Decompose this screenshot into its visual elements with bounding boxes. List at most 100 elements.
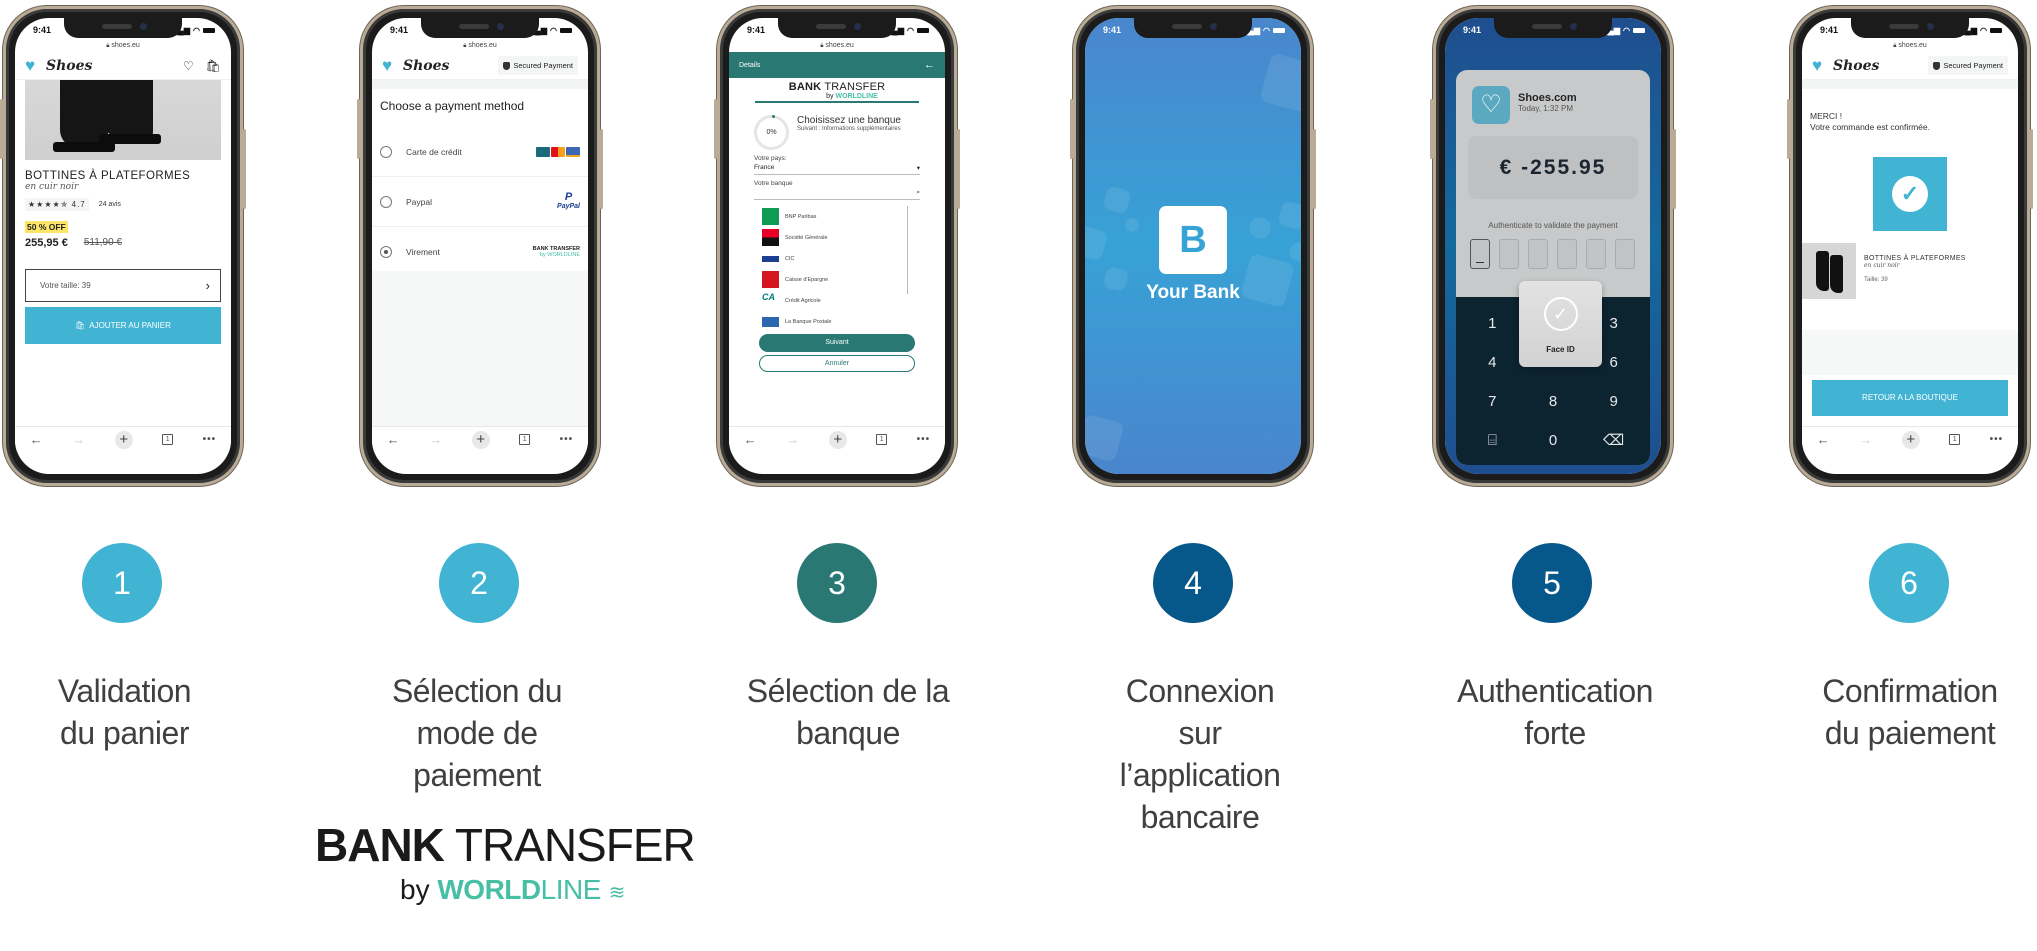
payment-option-card[interactable]: Carte de crédit [372, 127, 588, 177]
back-to-shop-button[interactable]: RETOUR A LA BOUTIQUE [1812, 380, 2008, 416]
forward-arrow-icon[interactable]: → [429, 432, 442, 447]
bank-item[interactable]: BNP Paribas [754, 206, 920, 227]
url-bar[interactable]: 🔒︎ shoes.eu [1802, 40, 2018, 52]
country-select[interactable]: France ▾ [754, 164, 920, 175]
pin-digit[interactable] [1470, 239, 1490, 269]
step-number-1: 1 [82, 543, 162, 623]
battery-icon [917, 27, 929, 33]
more-icon[interactable]: ••• [917, 434, 931, 445]
pin-digit[interactable] [1528, 239, 1548, 269]
size-selector[interactable]: Votre taille: 39 › [25, 269, 221, 302]
transaction-time: Today, 1:32 PM [1518, 104, 1573, 113]
more-icon[interactable]: ••• [1990, 434, 2004, 445]
back-arrow-icon[interactable]: ← [387, 432, 400, 447]
key-0[interactable]: 0 [1523, 426, 1584, 459]
brand-name: Shoes [1833, 57, 1880, 74]
key-1[interactable]: 1 [1462, 309, 1523, 342]
progress-ring: 0% [754, 115, 789, 150]
check-icon: ✓ [1543, 297, 1578, 331]
payment-option-transfer[interactable]: Virement BANK TRANSFER by WORLDLINE [372, 227, 588, 277]
bank-search-input[interactable]: ⌕ [754, 189, 920, 200]
shop-logo[interactable]: ♥ Shoes [25, 56, 92, 75]
rating-value: 4.7 [71, 200, 86, 209]
radio-button[interactable] [380, 195, 392, 208]
key-9[interactable]: 9 [1583, 387, 1644, 420]
face-id-label: Face ID [1546, 345, 1575, 354]
next-button[interactable]: Suivant [759, 334, 915, 352]
shopping-bag-icon[interactable]: 🛍︎ [206, 59, 221, 73]
bank-item[interactable]: Caisse d'Epargne [754, 269, 920, 290]
payment-option-label: Carte de crédit [406, 146, 462, 157]
payment-option-paypal[interactable]: Paypal P PayPal [372, 177, 588, 227]
key-8[interactable]: 8 [1523, 387, 1584, 420]
paypal-logo-text: PayPal [557, 202, 580, 210]
back-arrow-icon[interactable]: ← [30, 432, 43, 447]
tabs-icon[interactable]: 1 [876, 434, 888, 445]
new-tab-icon[interactable]: + [1901, 430, 1920, 449]
radio-button-selected[interactable] [380, 245, 392, 258]
pin-digit[interactable] [1499, 239, 1519, 269]
tabs-icon[interactable]: 1 [162, 434, 174, 445]
delete-key-icon[interactable]: ⌫ [1583, 426, 1644, 459]
more-icon[interactable]: ••• [203, 434, 217, 445]
browser-toolbar: ← → + 1 ••• [729, 426, 945, 452]
face-id-key-icon[interactable]: ⌸ [1462, 426, 1523, 459]
bank-item[interactable]: Société Générale [754, 227, 920, 248]
wifi-icon: ◠ [193, 25, 200, 35]
back-arrow-icon[interactable]: ← [1817, 432, 1830, 447]
item-size: Taille: 39 [1864, 277, 1888, 283]
bank-item[interactable]: La Banque Postale [754, 311, 920, 332]
notch [1851, 18, 1969, 38]
back-arrow-icon[interactable]: ← [924, 59, 935, 71]
details-label: Details [739, 61, 761, 69]
back-arrow-icon[interactable]: ← [744, 432, 757, 447]
lock-icon: 🔒︎ [820, 43, 824, 49]
pin-digit[interactable] [1615, 239, 1635, 269]
bank-transfer-worldline-logo: BANK TRANSFER by WORLDLINE ≋ [315, 820, 696, 913]
spacer [1802, 330, 2018, 375]
bank-item[interactable]: CIC [754, 248, 920, 269]
forward-arrow-icon[interactable]: → [72, 432, 85, 447]
cancel-button[interactable]: Annuler [759, 355, 915, 372]
forward-arrow-icon[interactable]: → [1859, 432, 1872, 447]
pin-input[interactable] [1456, 230, 1650, 269]
tabs-icon[interactable]: 1 [1949, 434, 1961, 445]
lock-icon: 🔒︎ [106, 43, 110, 49]
search-icon: ⌕ [916, 189, 920, 196]
scrollbar[interactable] [906, 206, 908, 294]
url-bar[interactable]: 🔒︎ shoes.eu [729, 40, 945, 52]
bank-item[interactable]: CA Crédit Agricole [754, 290, 920, 311]
more-icon[interactable]: ••• [560, 434, 574, 445]
battery-icon [1273, 27, 1285, 33]
shop-logo[interactable]: ♥ Shoes [1812, 56, 1880, 75]
pin-digit[interactable] [1557, 239, 1577, 269]
bank-label: Votre banque [754, 180, 793, 187]
wishlist-heart-icon[interactable]: ♡ [183, 59, 194, 73]
tabs-icon[interactable]: 1 [519, 434, 531, 445]
wifi-icon: ◠ [1263, 25, 1270, 35]
wifi-icon: ◠ [1980, 25, 1987, 35]
divider [1802, 80, 2018, 89]
secured-payment-label: Secured Payment [1943, 61, 2003, 70]
url-bar[interactable]: 🔒︎ shoes.eu [15, 40, 231, 52]
step-label-6: Confirmation du paiement [1822, 673, 1998, 751]
url-bar[interactable]: 🔒︎ shoes.eu [372, 40, 588, 52]
phone-step-1: 9:41 ▂▄▆ ◠ 🔒︎ shoes.eu ♥ Shoes ♡ 🛍︎ BOTTINES… [0, 6, 246, 486]
radio-button[interactable] [380, 145, 392, 158]
shop-logo[interactable]: ♥ Shoes [382, 56, 449, 75]
screen-bank-selection: 9:41 ▂▄▆ ◠ 🔒︎ shoes.eu Details ← BANK TRAN… [729, 18, 945, 474]
pin-digit[interactable] [1586, 239, 1606, 269]
clock: 9:41 [1820, 25, 1839, 35]
worldline-waves-icon: ≋ [608, 882, 626, 904]
bank-name: BNP Paribas [785, 213, 817, 220]
new-tab-icon[interactable]: + [114, 430, 133, 449]
key-4[interactable]: 4 [1462, 348, 1523, 381]
key-7[interactable]: 7 [1462, 387, 1523, 420]
shield-icon [1933, 61, 1941, 70]
shop-header: ♥ Shoes Secured Payment [372, 52, 588, 80]
forward-arrow-icon[interactable]: → [786, 432, 799, 447]
review-count[interactable]: 24 avis [99, 201, 121, 208]
add-to-cart-button[interactable]: 🛍︎ AJOUTER AU PANIER [25, 307, 221, 344]
new-tab-icon[interactable]: + [471, 430, 490, 449]
new-tab-icon[interactable]: + [828, 430, 847, 449]
